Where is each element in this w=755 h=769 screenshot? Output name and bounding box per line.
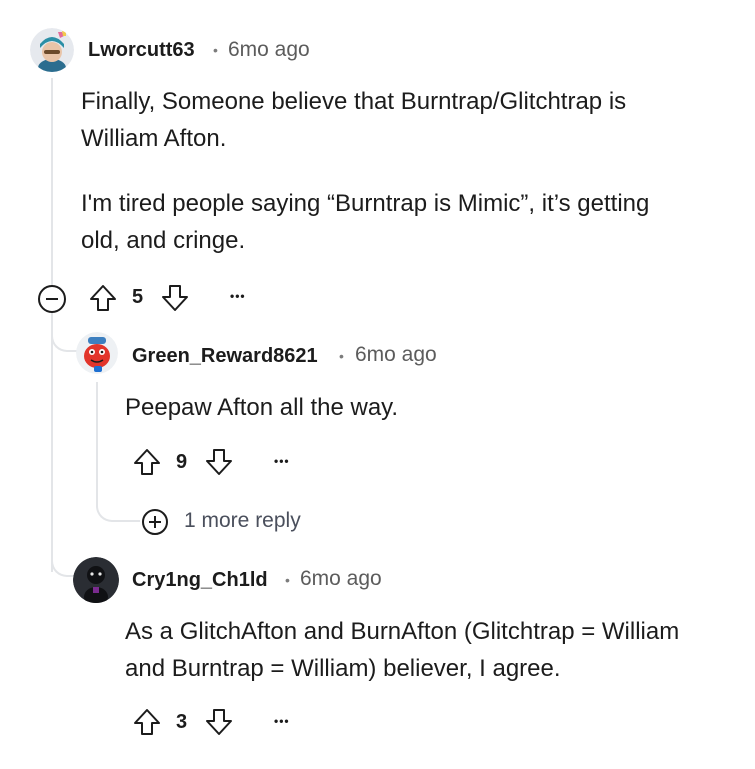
upvote-arrow-icon [134, 449, 160, 475]
avatar-image [30, 28, 74, 72]
upvote-button[interactable] [88, 283, 118, 313]
thread-elbow-reply-2 [51, 545, 75, 577]
downvote-button[interactable] [204, 447, 234, 477]
upvote-arrow-icon [134, 709, 160, 735]
comment-timestamp: 6mo ago [228, 38, 310, 61]
downvote-button[interactable] [204, 707, 234, 737]
comment-author[interactable]: Green_Reward8621 [132, 345, 318, 368]
comment-timestamp: 6mo ago [355, 343, 437, 366]
avatar[interactable] [30, 28, 74, 72]
plus-circle-icon [142, 509, 168, 535]
comment-paragraph-line: Finally, Someone believe that Burntrap/G… [81, 88, 627, 115]
comment-body: Finally, Someone believe that Burntrap/G… [81, 83, 649, 259]
more-replies-link[interactable]: 1 more reply [184, 509, 301, 533]
downvote-button[interactable] [160, 283, 190, 313]
more-replies-button[interactable] [140, 507, 170, 537]
comment-paragraph-line: old, and cringe. [81, 227, 246, 254]
thread-elbow-more [96, 490, 140, 522]
comment-timestamp: 6mo ago [300, 567, 382, 590]
thread-line-main [51, 78, 53, 285]
meta-separator: • [339, 348, 344, 364]
comment-paragraph-line: and Burntrap = William) believer, I agre… [125, 655, 561, 682]
more-options-button[interactable]: ••• [274, 455, 290, 467]
comment-paragraph-line: I'm tired people saying “Burntrap is Mim… [81, 190, 650, 217]
avatar-image [76, 332, 118, 374]
vote-score: 5 [132, 286, 144, 308]
comment-author[interactable]: Cry1ng_Ch1ld [132, 569, 268, 592]
minus-circle-icon [38, 285, 66, 313]
vote-score: 9 [176, 451, 188, 473]
comment-author[interactable]: Lworcutt63 [88, 39, 195, 62]
upvote-button[interactable] [132, 707, 162, 737]
comment-body: As a GlitchAfton and BurnAfton (Glitchtr… [125, 613, 679, 687]
more-options-button[interactable]: ••• [230, 290, 246, 302]
upvote-button[interactable] [132, 447, 162, 477]
comment-body: Peepaw Afton all the way. [125, 389, 398, 426]
downvote-arrow-icon [206, 709, 232, 735]
avatar-image [73, 557, 119, 603]
downvote-arrow-icon [162, 285, 188, 311]
thread-line-replies [51, 310, 53, 572]
more-options-button[interactable]: ••• [274, 715, 290, 727]
avatar[interactable] [76, 332, 118, 374]
thread-elbow-reply-1 [51, 320, 77, 352]
comment-paragraph-line: William Afton. [81, 125, 227, 152]
meta-separator: • [285, 572, 290, 588]
collapse-thread-button[interactable] [37, 284, 67, 314]
vote-score: 3 [176, 711, 188, 733]
thread-line-reply-1 [96, 382, 98, 502]
meta-separator: • [213, 42, 218, 58]
comment-paragraph-line: Peepaw Afton all the way. [125, 394, 399, 421]
comment-paragraph-line: As a GlitchAfton and BurnAfton (Glitchtr… [125, 618, 680, 645]
avatar[interactable] [73, 557, 119, 603]
upvote-arrow-icon [90, 285, 116, 311]
downvote-arrow-icon [206, 449, 232, 475]
